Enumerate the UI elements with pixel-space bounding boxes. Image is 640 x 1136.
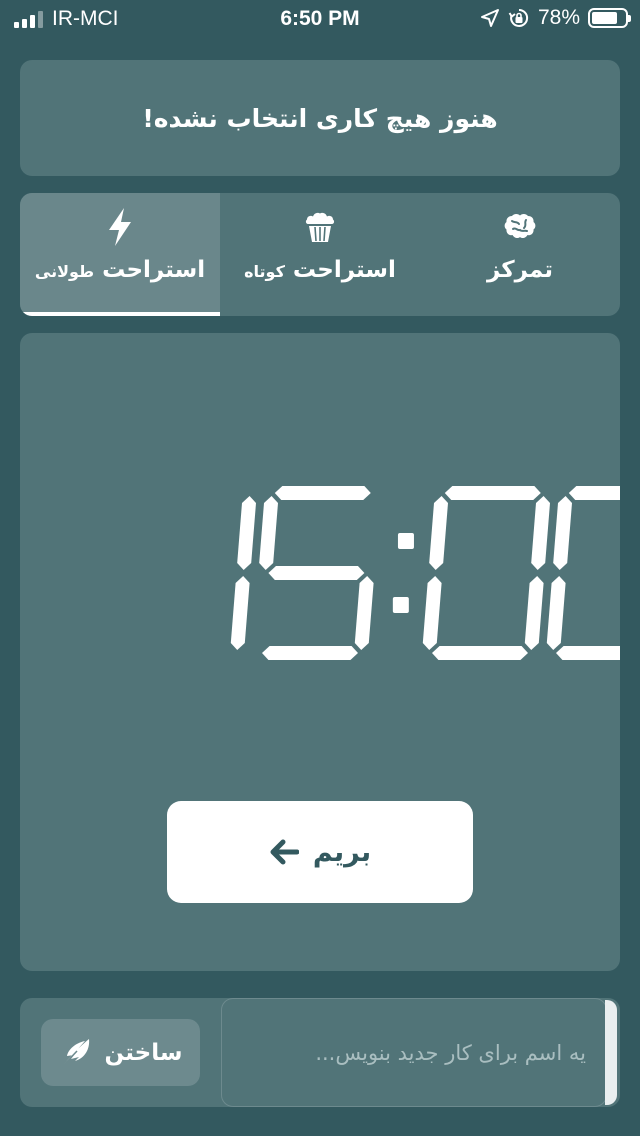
current-task-card: هنوز هیچ کاری انتخاب نشده! xyxy=(20,60,620,176)
timer-segment xyxy=(444,486,541,500)
tab-focus-label: تمرکز xyxy=(486,257,554,283)
cupcake-icon xyxy=(305,212,335,242)
status-bar: IR-MCI 6:50 PM 78% xyxy=(0,0,640,40)
battery-percentage: 78% xyxy=(537,6,580,29)
brain-icon xyxy=(504,214,536,239)
timer-segment xyxy=(429,496,448,570)
timer-digit xyxy=(422,486,550,660)
timer-segment xyxy=(354,576,374,650)
new-task-input[interactable] xyxy=(221,998,607,1107)
lightning-icon xyxy=(109,208,131,246)
timer-segment xyxy=(546,576,566,650)
timer-segment xyxy=(556,646,620,660)
mode-tabs: تمرکز استراحت کوتاه استراحت طولانی xyxy=(20,193,620,316)
timer-segment xyxy=(524,576,544,650)
tab-long-break[interactable]: استراحت طولانی xyxy=(20,193,220,316)
create-task-button[interactable]: ساختن xyxy=(41,1019,200,1086)
timer-segment xyxy=(553,496,572,570)
timer-digit xyxy=(546,486,620,660)
timer-colon-dot xyxy=(397,533,414,549)
timer-segment xyxy=(274,486,371,500)
timer-digit xyxy=(259,486,374,660)
tab-short-break-label: استراحت کوتاه xyxy=(244,257,396,283)
go-button-label: بریم xyxy=(312,836,372,868)
timer-segment xyxy=(422,576,442,650)
timer-segment xyxy=(432,646,528,660)
input-edge-strip xyxy=(605,1000,617,1105)
orientation-lock-icon xyxy=(508,8,529,27)
new-task-bar: ساختن xyxy=(20,998,620,1107)
timer-segment xyxy=(531,496,550,570)
arrow-left-icon xyxy=(270,839,299,865)
timer-segment xyxy=(262,646,358,660)
timer-segment xyxy=(268,566,365,580)
timer-segment xyxy=(230,576,250,650)
location-icon xyxy=(480,9,499,27)
timer-segment xyxy=(568,486,620,500)
current-task-title: هنوز هیچ کاری انتخاب نشده! xyxy=(142,103,498,133)
timer-segment xyxy=(237,496,256,570)
tab-short-break[interactable]: استراحت کوتاه xyxy=(220,193,420,316)
timer-card: بریم xyxy=(20,333,620,971)
timer-segment xyxy=(259,496,278,570)
feather-icon xyxy=(60,1038,89,1068)
timer-digit xyxy=(230,496,256,650)
tab-long-break-label: استراحت طولانی xyxy=(34,257,206,283)
go-button[interactable]: بریم xyxy=(167,801,473,903)
timer-display xyxy=(230,486,620,660)
battery-icon xyxy=(588,8,631,28)
timer-colon-dot xyxy=(392,597,409,613)
tab-focus[interactable]: تمرکز xyxy=(420,193,620,316)
create-task-label: ساختن xyxy=(104,1039,183,1066)
